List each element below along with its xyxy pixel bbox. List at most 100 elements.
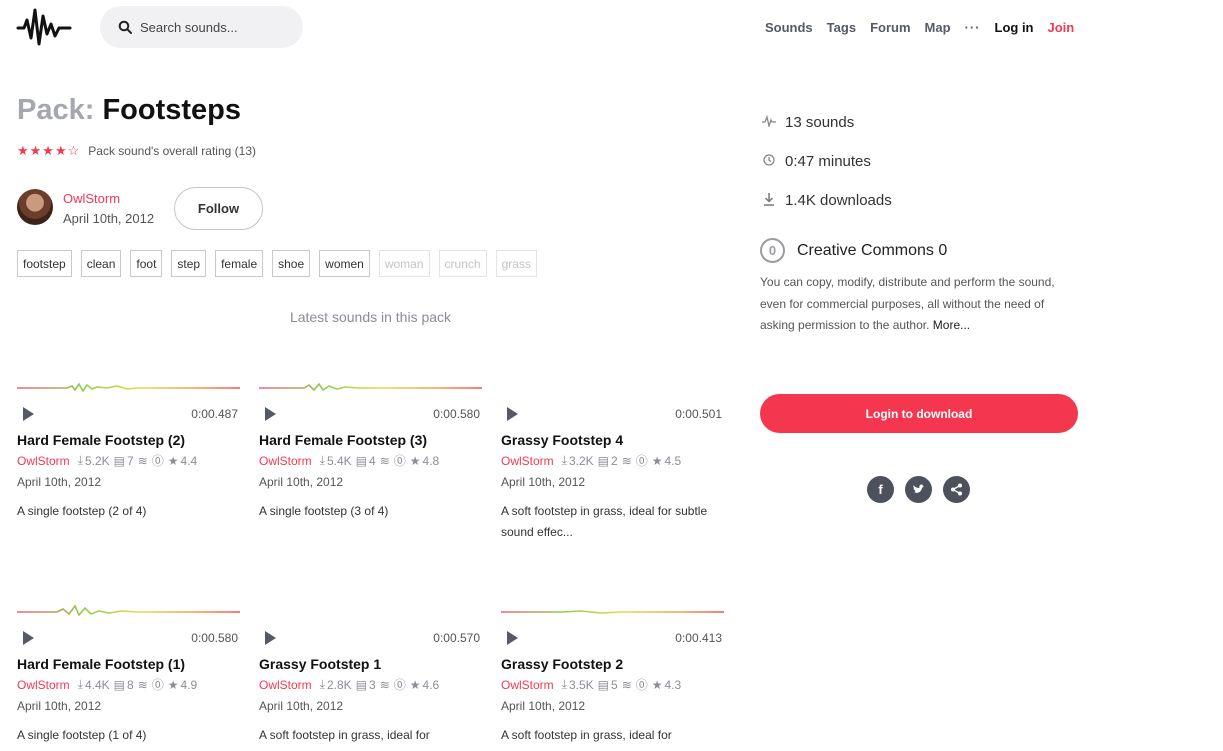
play-icon[interactable] — [23, 631, 34, 645]
facebook-icon[interactable]: f — [867, 476, 894, 503]
rating-stat: ★ 4.5 — [651, 453, 682, 468]
star-icon: ★ — [651, 453, 663, 468]
stack-icon: ≋ — [137, 453, 148, 468]
download-icon: ⤓ — [319, 677, 325, 691]
comment-icon: ▤ — [355, 677, 368, 692]
sound-name[interactable]: Hard Female Footstep (2) — [17, 432, 240, 448]
tag-item[interactable]: clean — [80, 250, 122, 277]
sound-card: 0:00.487 Hard Female Footstep (2) OwlSto… — [17, 378, 240, 522]
sound-name[interactable]: Hard Female Footstep (3) — [259, 432, 482, 448]
cc0-icon: ⓪ — [151, 678, 164, 692]
login-to-download-button[interactable]: Login to download — [760, 394, 1078, 433]
pack-date: April 10th, 2012 — [63, 211, 155, 226]
search-input[interactable] — [140, 19, 290, 35]
sound-author[interactable]: OwlStorm — [501, 454, 554, 468]
star-icon: ★ — [409, 453, 421, 468]
play-icon[interactable] — [507, 631, 518, 645]
play-icon[interactable] — [23, 407, 34, 421]
tag-item[interactable]: footstep — [17, 250, 72, 277]
num-sounds-row: 13 sounds — [761, 114, 854, 131]
sound-card: 0:00.580 Hard Female Footstep (1) OwlSto… — [17, 602, 240, 746]
duration-row: 0:47 minutes — [761, 153, 871, 170]
sound-author[interactable]: OwlStorm — [259, 678, 312, 692]
comments-stat: ▤ 5 — [597, 677, 618, 692]
downloads-stat: ⤓ 2.8K — [319, 677, 352, 692]
download-icon: ⤓ — [77, 453, 83, 467]
nav-map[interactable]: Map — [925, 20, 951, 35]
tag-item[interactable]: women — [319, 250, 370, 277]
avatar[interactable] — [17, 189, 53, 225]
tag-item[interactable]: shoe — [272, 250, 311, 277]
cc0-icon: ⓪ — [151, 454, 164, 468]
sound-description: A single footstep (2 of 4) — [17, 504, 147, 518]
nav-sounds[interactable]: Sounds — [765, 20, 813, 35]
sound-author[interactable]: OwlStorm — [501, 678, 554, 692]
sound-duration: 0:00.580 — [433, 407, 480, 421]
sound-card: 0:00.580 Hard Female Footstep (3) OwlSto… — [259, 378, 482, 522]
sound-duration: 0:00.501 — [675, 407, 722, 421]
waveform[interactable] — [17, 378, 240, 392]
comment-icon: ▤ — [113, 677, 126, 692]
sound-name[interactable]: Hard Female Footstep (1) — [17, 656, 240, 672]
tag-item[interactable]: female — [215, 250, 264, 277]
comment-icon: ▤ — [113, 453, 126, 468]
license-more-link[interactable]: More... — [933, 318, 970, 332]
tag-item[interactable]: foot — [130, 250, 163, 277]
cc0-icon: ⓪ — [393, 454, 406, 468]
nav-more-button[interactable]: ··· — [965, 20, 981, 35]
play-icon[interactable] — [265, 407, 276, 421]
sound-author[interactable]: OwlStorm — [17, 678, 70, 692]
title-prefix: Pack: — [17, 94, 95, 126]
sound-card: 0:00.570 Grassy Footstep 1 OwlStorm ⤓ 2.8… — [259, 602, 482, 746]
sound-duration: 0:00.570 — [433, 631, 480, 645]
sound-date: April 10th, 2012 — [501, 699, 586, 713]
rating-stat: ★ 4.6 — [409, 677, 440, 692]
twitter-icon[interactable] — [905, 476, 932, 503]
waveform[interactable] — [259, 602, 482, 616]
tag-item[interactable]: step — [171, 250, 207, 277]
cc0-icon: ⓪ — [393, 678, 406, 692]
sound-name[interactable]: Grassy Footstep 1 — [259, 656, 482, 672]
sound-card: 0:00.413 Grassy Footstep 2 OwlStorm ⤓ 3.5… — [501, 602, 724, 746]
sound-date: April 10th, 2012 — [259, 475, 344, 489]
player-controls: 0:00.570 — [259, 628, 482, 648]
total-duration: 0:47 minutes — [785, 153, 871, 170]
pulse-icon — [761, 114, 777, 130]
nav-tags[interactable]: Tags — [827, 20, 856, 35]
stack-icon: ≋ — [379, 677, 390, 692]
sound-meta: OwlStorm ⤓ 4.4K ▤ 8 ≋ ⓪ ★ 4.9 — [17, 676, 240, 693]
sound-name[interactable]: Grassy Footstep 2 — [501, 656, 724, 672]
tag-item[interactable]: crunch — [438, 250, 487, 277]
play-icon[interactable] — [507, 407, 518, 421]
sound-meta: OwlStorm ⤓ 2.8K ▤ 3 ≋ ⓪ ★ 4.6 — [259, 676, 482, 693]
waveform[interactable] — [501, 378, 724, 392]
rating-stat: ★ 4.4 — [167, 453, 198, 468]
sound-author[interactable]: OwlStorm — [17, 454, 70, 468]
pack-rating: ★★★★☆ Pack sound's overall rating (13) — [17, 143, 256, 159]
downloads-stat: ⤓ 3.5K — [561, 677, 594, 692]
license-name[interactable]: Creative Commons 0 — [797, 242, 947, 260]
sound-name[interactable]: Grassy Footstep 4 — [501, 432, 724, 448]
follow-button[interactable]: Follow — [174, 187, 263, 230]
waveform[interactable] — [501, 602, 724, 616]
share-icon[interactable] — [943, 476, 970, 503]
downloads-row: 1.4K downloads — [761, 192, 892, 209]
logo-waveform-icon[interactable] — [16, 6, 72, 50]
sound-duration: 0:00.413 — [675, 631, 722, 645]
join-link[interactable]: Join — [1048, 20, 1075, 35]
sound-author[interactable]: OwlStorm — [259, 454, 312, 468]
nav-forum[interactable]: Forum — [870, 20, 910, 35]
waveform[interactable] — [259, 378, 482, 392]
download-icon: ⤓ — [561, 453, 567, 467]
login-link[interactable]: Log in — [995, 20, 1034, 35]
author-link[interactable]: OwlStorm — [63, 191, 120, 206]
waveform[interactable] — [17, 602, 240, 616]
sound-meta: OwlStorm ⤓ 3.5K ▤ 5 ≋ ⓪ ★ 4.3 — [501, 676, 724, 693]
star-icon: ★ — [409, 677, 421, 692]
search-box[interactable] — [100, 6, 303, 48]
tag-item[interactable]: grass — [495, 250, 537, 277]
play-icon[interactable] — [265, 631, 276, 645]
tag-item[interactable]: woman — [378, 250, 430, 277]
sound-description: A soft footstep in grass, ideal for subt… — [501, 504, 708, 539]
star-icon: ★ — [167, 677, 179, 692]
